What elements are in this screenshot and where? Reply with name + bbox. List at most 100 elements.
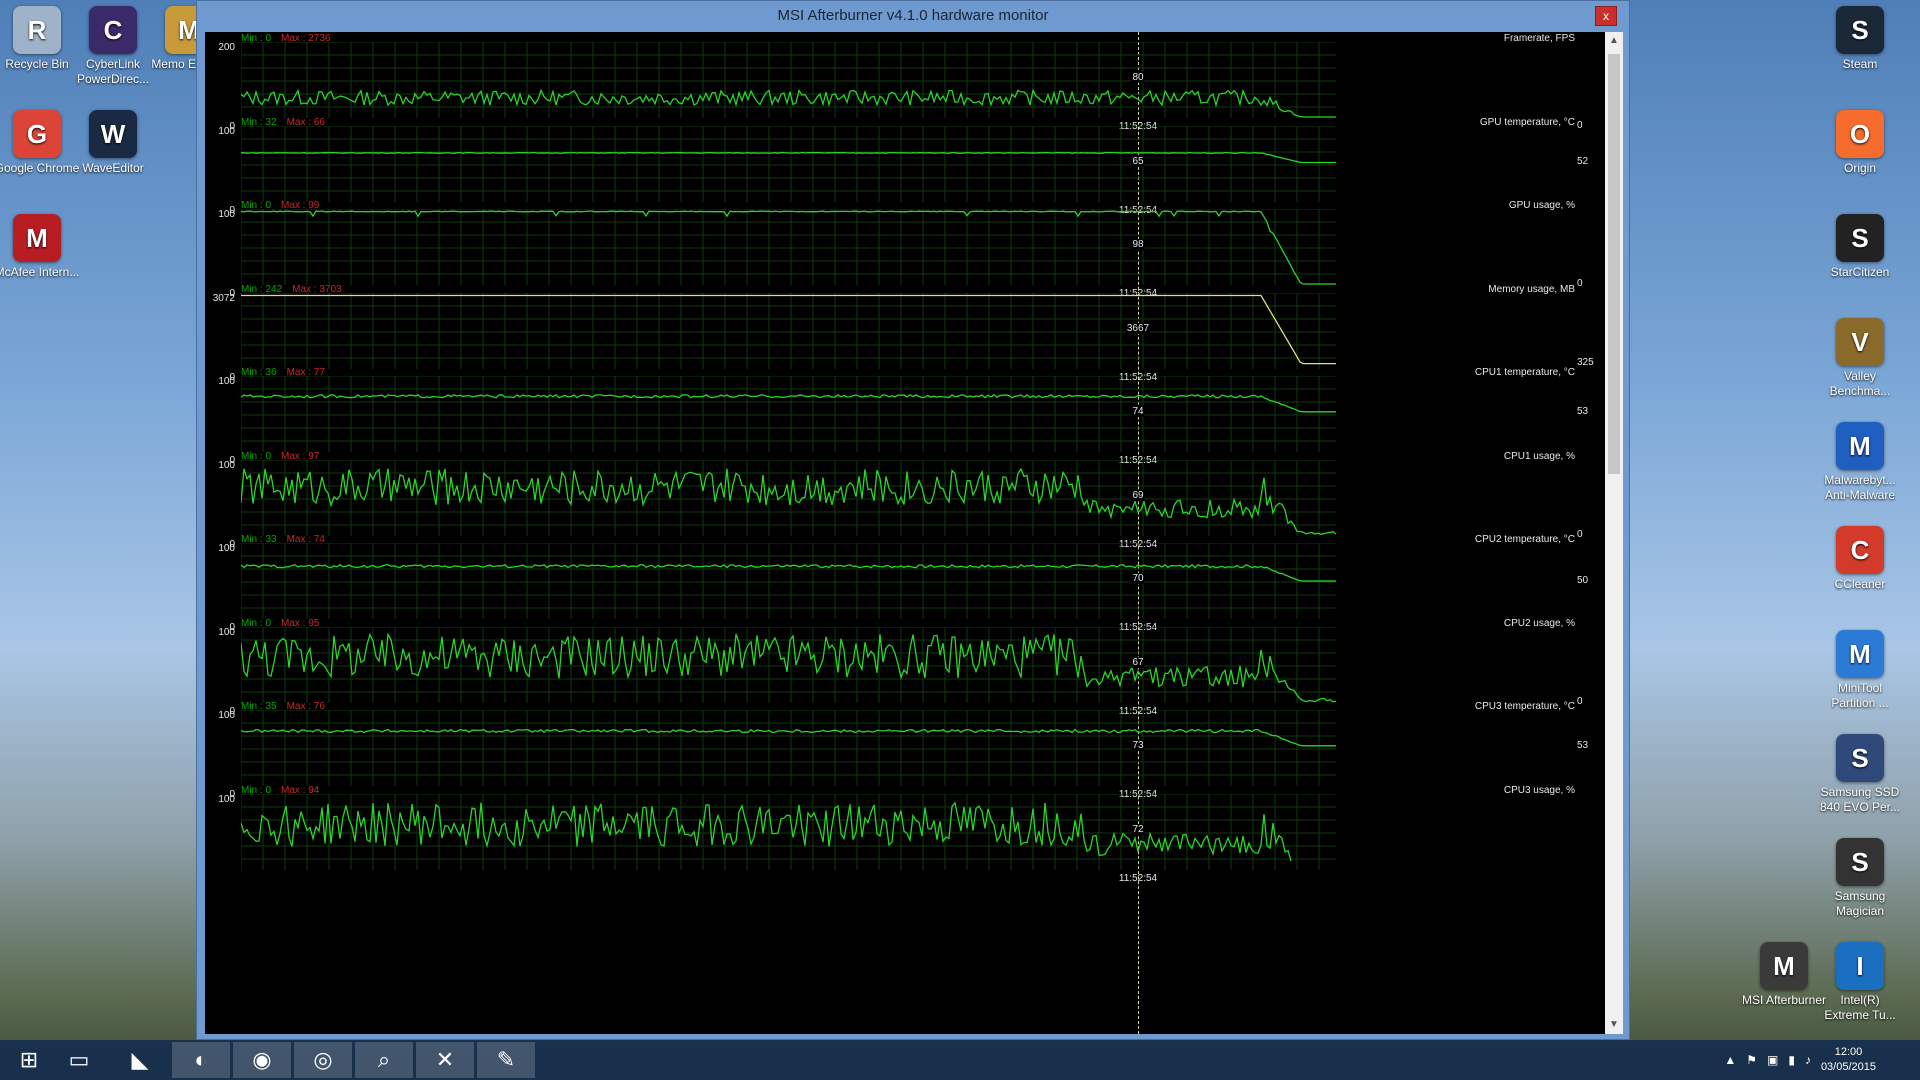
origin-icon: O	[1836, 110, 1884, 158]
tray-icon[interactable]: ♪	[1805, 1053, 1811, 1067]
clock-date: 03/05/2015	[1820, 1061, 1876, 1073]
xbox-icon: ✕	[435, 1047, 455, 1072]
taskbar: ▲ ⚑ ▣ ▮ ♪ 12:00 03/05/2015 ⊞ ▭ ◣ ◐ ◉ ◎ ⌕ ✕ ✎	[0, 1040, 1920, 1080]
graph-series-line	[241, 563, 1336, 582]
graph-plot	[241, 459, 1337, 536]
graph-series-line	[241, 151, 1336, 163]
taskbar-cyberlink[interactable]: ◐	[172, 1042, 230, 1078]
graph-current-value: 69	[1131, 489, 1145, 501]
desktop-icon-waveeditor[interactable]: W WaveEditor	[70, 104, 156, 176]
graph-current-value: 70	[1131, 573, 1145, 584]
desktop-icon-malwarebytes[interactable]: M Malwarebyt... Anti-Malware	[1817, 416, 1903, 503]
tray-icon[interactable]: ▣	[1767, 1053, 1778, 1067]
graph-current-value: 74	[1131, 406, 1145, 417]
desktop-icon-mcafee[interactable]: M McAfee Intern...	[0, 208, 80, 280]
desktop-icon-minitool[interactable]: M MiniTool Partition ...	[1817, 624, 1903, 711]
taskbar-chrome[interactable]: ◉	[233, 1042, 291, 1078]
graph-ymax: 100	[218, 209, 235, 220]
msi-afterburner-icon: M	[1760, 942, 1808, 990]
desktop-icon-label: McAfee Intern...	[0, 265, 80, 279]
graph-current-value: 72	[1131, 823, 1145, 835]
desktop-icon-label: Intel(R) Extreme Tu...	[1824, 993, 1896, 1022]
graph-title: CPU1 temperature, °C	[1474, 367, 1575, 378]
taskbar-search-tool[interactable]: ⌕	[355, 1042, 413, 1078]
taskbar-file-explorer[interactable]: ▭	[50, 1042, 108, 1078]
desktop-icon-label: Google Chrome	[0, 161, 80, 175]
graph-plot	[241, 626, 1337, 703]
desktop-icon-chrome[interactable]: G Google Chrome	[0, 104, 80, 176]
desktop-icon-valley[interactable]: V Valley Benchma...	[1817, 312, 1903, 399]
desktop-icon-starcitizen[interactable]: S StarCitizen	[1817, 208, 1903, 280]
desktop-icon-label: MSI Afterburner	[1741, 993, 1827, 1007]
valley-icon: V	[1836, 318, 1884, 366]
close-button[interactable]: x	[1595, 6, 1617, 26]
graph-plot	[241, 376, 1336, 452]
scroll-thumb[interactable]	[1608, 54, 1620, 474]
taskbar-nvidia[interactable]: ◣	[111, 1042, 169, 1078]
afterburner-monitor-window[interactable]: MSI Afterburner v4.1.0 hardware monitor …	[196, 0, 1630, 1040]
chrome-icon: ◉	[252, 1047, 272, 1072]
cyberlink-icon: ◐	[194, 1047, 208, 1072]
graph-ymax: 3072	[212, 292, 235, 304]
graph-ymax: 100	[218, 125, 235, 137]
desktop-icon-label: Malwarebyt... Anti-Malware	[1824, 473, 1896, 502]
scroll-down-icon[interactable]: ▼	[1605, 1016, 1623, 1034]
graph-current-value: 73	[1131, 740, 1145, 751]
scroll-up-icon[interactable]: ▲	[1605, 32, 1623, 50]
graph-series-line	[241, 467, 1337, 535]
graph-plot	[241, 710, 1336, 786]
taskbar-xbox[interactable]: ✕	[416, 1042, 474, 1078]
mcafee-icon: M	[13, 214, 61, 262]
vertical-scrollbar[interactable]: ▲ ▼	[1605, 32, 1623, 1034]
graph-plot	[241, 292, 1336, 369]
desktop-icon-samsung-magician[interactable]: S Samsung Magician	[1817, 832, 1903, 919]
graph-title: CPU3 usage, %	[1503, 784, 1575, 796]
graph-plot	[241, 793, 1336, 870]
graph-9: Min : 0 Max : 94 CPU3 usage, % 100 11:52:…	[205, 784, 1605, 886]
graph-ymax: 100	[218, 543, 235, 554]
desktop-icon-label: MiniTool Partition ...	[1831, 681, 1889, 710]
steam-icon: S	[1836, 6, 1884, 54]
tray-icon[interactable]: ▲	[1724, 1053, 1736, 1067]
graph-ymax: 100	[218, 793, 235, 805]
window-title: MSI Afterburner v4.1.0 hardware monitor	[777, 7, 1049, 24]
desktop-icon-label: Steam	[1842, 57, 1878, 71]
graph-ymax: 200	[218, 42, 235, 53]
graph-title: Memory usage, MB	[1488, 283, 1575, 295]
desktop-icon-recycle-bin[interactable]: R Recycle Bin	[0, 0, 80, 72]
minitool-icon: M	[1836, 630, 1884, 678]
graph-ymax: 100	[218, 376, 235, 387]
desktop-icon-label: Origin	[1843, 161, 1876, 175]
desktop-icon-label: Valley Benchma...	[1829, 369, 1891, 398]
desktop-icon-label: Samsung SSD 840 EVO Per...	[1819, 785, 1901, 814]
folder-icon: ▭	[68, 1047, 90, 1072]
desktop-icon-label: WaveEditor	[82, 161, 144, 175]
desktop-icon-msi-afterburner[interactable]: M MSI Afterburner	[1741, 936, 1827, 1008]
graph-plot	[241, 543, 1336, 619]
graph-current-value: 98	[1131, 239, 1145, 250]
clock-time: 12:00	[1834, 1046, 1863, 1058]
graph-title: Framerate, FPS	[1503, 33, 1575, 44]
desktop-icon-origin[interactable]: O Origin	[1817, 104, 1903, 176]
graph-area[interactable]: Min : 0 Max : 2736 Framerate, FPS 200 0 1…	[205, 32, 1605, 1034]
graph-series-line	[241, 728, 1336, 747]
ccleaner-icon: C	[1836, 526, 1884, 574]
clock[interactable]: 12:00 03/05/2015	[1821, 1045, 1876, 1075]
graph-last-value: 52	[1577, 156, 1589, 168]
tray-icon[interactable]: ⚑	[1746, 1053, 1757, 1067]
magnifier-icon: ⌕	[377, 1047, 391, 1072]
desktop-icon-label: CyberLink PowerDirec...	[76, 57, 150, 86]
desktop-icon-intel-xtu[interactable]: I Intel(R) Extreme Tu...	[1817, 936, 1903, 1023]
desktop-icon-cyberlink[interactable]: C CyberLink PowerDirec...	[70, 0, 156, 87]
desktop-icon-samsung-ssd[interactable]: S Samsung SSD 840 EVO Per...	[1817, 728, 1903, 815]
graph-plot	[241, 42, 1336, 118]
cyberlink-icon: C	[89, 6, 137, 54]
desktop-icon-label: Recycle Bin	[5, 57, 69, 71]
desktop-icon-ccleaner[interactable]: C CCleaner	[1817, 520, 1903, 592]
recycle-bin-icon: R	[13, 6, 61, 54]
graph-current-value: 65	[1131, 155, 1145, 167]
desktop-icon-steam[interactable]: S Steam	[1817, 0, 1903, 72]
tray-icon[interactable]: ▮	[1788, 1053, 1795, 1067]
taskbar-paint[interactable]: ✎	[477, 1042, 535, 1078]
taskbar-steam[interactable]: ◎	[294, 1042, 352, 1078]
